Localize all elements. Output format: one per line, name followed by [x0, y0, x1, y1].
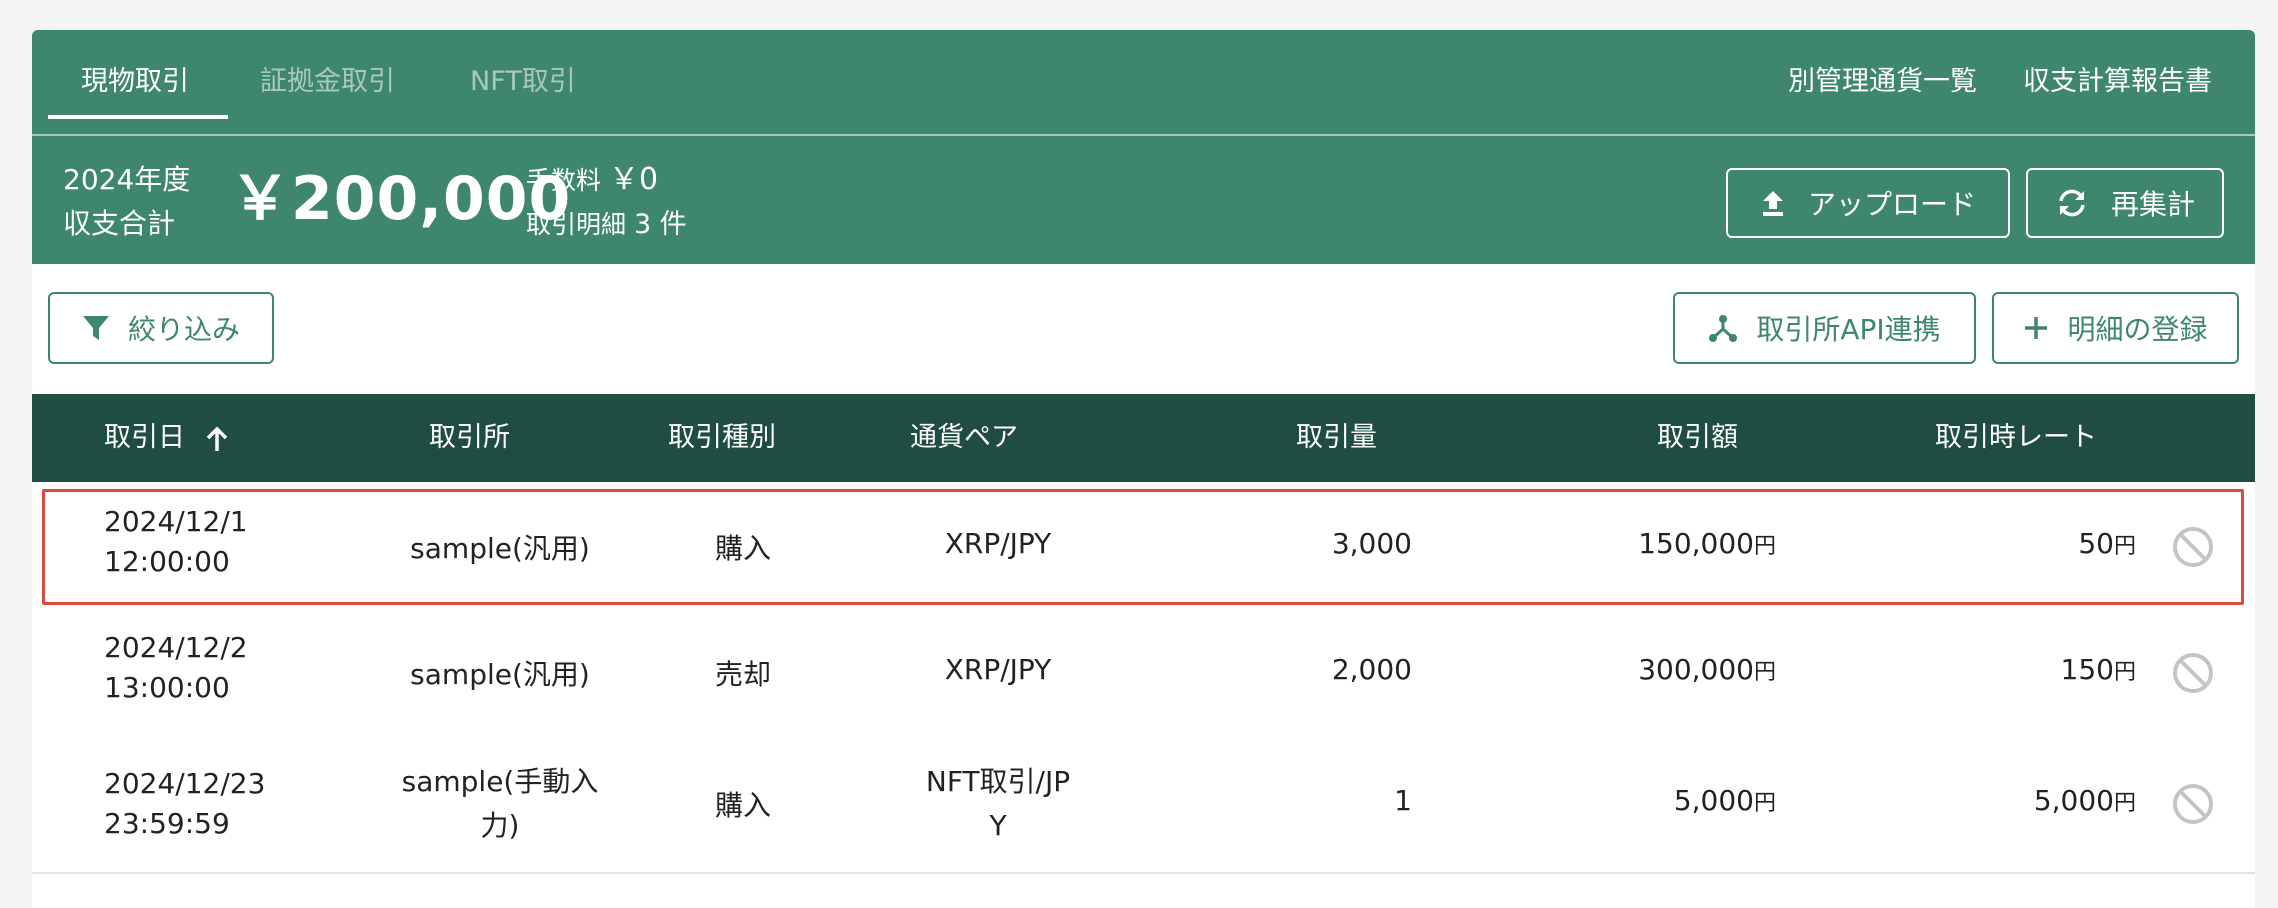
upload-label: アップロード: [1807, 188, 1976, 221]
column-pair[interactable]: 通貨ペア: [910, 394, 1018, 482]
register-detail-button[interactable]: 明細の登録: [1992, 292, 2239, 364]
detail-line: 取引明細 3 件: [526, 202, 687, 241]
row-date-day: 2024/12/2: [104, 631, 248, 664]
row-type: 売却: [714, 658, 771, 691]
column-date[interactable]: 取引日: [104, 394, 230, 482]
disable-icon[interactable]: [2172, 652, 2214, 694]
detail-label: 取引明細: [526, 210, 627, 239]
report-link[interactable]: 収支計算報告書: [2023, 30, 2212, 134]
column-amount[interactable]: 取引量: [1296, 394, 1377, 482]
exchange-api-button[interactable]: 取引所API連携: [1673, 292, 1976, 364]
disable-icon[interactable]: [2172, 783, 2214, 825]
active-tab-indicator: [48, 115, 228, 119]
row-type: 購入: [714, 532, 771, 565]
disable-icon[interactable]: [2172, 526, 2214, 568]
row-value-number: 150,000: [1638, 527, 1754, 560]
row-date: 2024/12/23 23:59:59: [104, 764, 265, 844]
refresh-icon: [2059, 189, 2085, 217]
row-date-day: 2024/12/23: [104, 767, 266, 800]
column-date-label: 取引日: [104, 422, 185, 453]
filter-icon: [82, 316, 109, 340]
row-rate: 50円: [1832, 527, 2136, 560]
plus-icon: [2025, 317, 2048, 339]
filter-button[interactable]: 絞り込み: [48, 292, 274, 364]
detail-count: 3 件: [634, 209, 687, 240]
yen-unit: 円: [2113, 534, 2136, 559]
fee-value: ￥0: [609, 162, 659, 197]
row-pair: XRP/JPY: [944, 527, 1052, 560]
total-amount: ￥200,000: [230, 164, 572, 234]
row-date: 2024/12/2 13:00:00: [104, 628, 248, 708]
table-header: 取引日 取引所 取引種別 通貨ペア 取引量 取引額 取引時レート: [32, 394, 2255, 482]
fiscal-year: 2024年度: [63, 163, 191, 196]
row-type: 購入: [714, 789, 771, 822]
column-exchange[interactable]: 取引所: [429, 394, 510, 482]
total-label: 収支合計: [63, 207, 176, 240]
row-value: 5,000円: [1472, 784, 1776, 817]
row-pair-line2: Y: [989, 809, 1007, 842]
tab-nft[interactable]: NFT取引: [470, 30, 576, 134]
yen-unit: 円: [1753, 660, 1776, 685]
tab-margin[interactable]: 証拠金取引: [260, 30, 395, 134]
row-rate: 150円: [1832, 653, 2136, 686]
recalculate-button[interactable]: 再集計: [2026, 168, 2224, 238]
row-pair-line1: NFT取引/JP: [925, 765, 1071, 798]
row-value-number: 300,000: [1638, 653, 1754, 686]
recalculate-label: 再集計: [2110, 188, 2195, 221]
exchange-api-label: 取引所API連携: [1756, 313, 1941, 346]
yen-unit: 円: [1753, 534, 1776, 559]
yen-unit: 円: [2113, 791, 2136, 816]
upload-button[interactable]: アップロード: [1726, 168, 2010, 238]
table-row[interactable]: 2024/12/23 23:59:59 sample(手動入 力) 購入 NFT…: [32, 736, 2255, 874]
row-date-time: 23:59:59: [104, 807, 230, 840]
row-amount: 1: [1394, 784, 1412, 817]
upload-icon: [1762, 191, 1783, 216]
yen-unit: 円: [2113, 660, 2136, 685]
filter-label: 絞り込み: [127, 313, 240, 346]
column-type[interactable]: 取引種別: [668, 394, 776, 482]
tab-bar: 現物取引 証拠金取引 NFT取引 別管理通貨一覧 収支計算報告書: [32, 30, 2255, 136]
row-rate: 5,000円: [1832, 784, 2136, 817]
row-date-day: 2024/12/1: [104, 505, 248, 538]
row-rate-number: 150: [2060, 653, 2114, 686]
yen-unit: 円: [1753, 791, 1776, 816]
row-value: 150,000円: [1472, 527, 1776, 560]
row-date-time: 13:00:00: [104, 671, 230, 704]
transactions-panel: 現物取引 証拠金取引 NFT取引 別管理通貨一覧 収支計算報告書 2024年度 …: [32, 30, 2255, 908]
row-value: 300,000円: [1472, 653, 1776, 686]
sort-ascending-icon[interactable]: [204, 425, 230, 453]
row-amount: 3,000: [1331, 527, 1412, 560]
register-detail-label: 明細の登録: [2067, 313, 2208, 346]
row-date: 2024/12/1 12:00:00: [104, 502, 248, 582]
column-rate[interactable]: 取引時レート: [1935, 394, 2097, 482]
row-rate-number: 5,000: [2033, 784, 2114, 817]
fiscal-year-label: 2024年度 収支合計: [63, 158, 190, 246]
api-link-icon: [1709, 315, 1738, 342]
segregated-currency-link[interactable]: 別管理通貨一覧: [1788, 30, 1977, 134]
row-date-time: 12:00:00: [104, 545, 230, 578]
row-pair: NFT取引/JP Y: [868, 760, 1128, 848]
row-amount: 2,000: [1331, 653, 1412, 686]
summary-band: 2024年度 収支合計 ￥200,000 手数料 ￥0 取引明細 3 件 アップロー…: [32, 136, 2255, 264]
table-row[interactable]: 2024/12/2 13:00:00 sample(汎用) 売却 XRP/JPY…: [32, 610, 2255, 738]
fee-label: 手数料: [526, 166, 602, 195]
column-value[interactable]: 取引額: [1657, 394, 1738, 482]
row-rate-number: 50: [2078, 527, 2114, 560]
fee-line: 手数料 ￥0: [526, 154, 658, 198]
row-value-number: 5,000: [1673, 784, 1754, 817]
table-row[interactable]: 2024/12/1 12:00:00 sample(汎用) 購入 XRP/JPY…: [32, 484, 2255, 612]
row-pair: XRP/JPY: [944, 653, 1052, 686]
